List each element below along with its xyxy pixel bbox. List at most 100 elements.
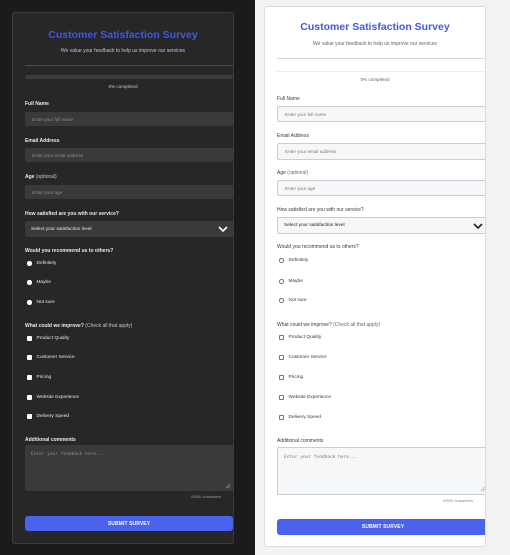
recommend-option-label: Maybe: [36, 280, 51, 285]
improve-option[interactable]: Delivery Speed: [279, 415, 321, 420]
improve-label: What could we improve? (Check all that a…: [277, 322, 380, 328]
improve-label: What could we improve? (Check all that a…: [25, 323, 132, 329]
improve-option-label: Product Quality: [288, 335, 322, 340]
recommend-option-label: Maybe: [288, 279, 303, 284]
comments-placeholder: Enter your feedback here...: [31, 452, 105, 457]
improve-option[interactable]: Product Quality: [27, 336, 69, 341]
checkbox[interactable]: [279, 335, 284, 340]
resize-grip-icon[interactable]: [480, 486, 486, 492]
improve-option[interactable]: Delivery Speed: [27, 414, 69, 419]
progress-bar: [277, 71, 485, 72]
recommend-label: Would you recommend us to others?: [277, 244, 359, 250]
checkbox[interactable]: [279, 355, 284, 360]
character-counter: 0/500 characters: [443, 498, 473, 503]
submit-survey-button[interactable]: SUBMIT SURVEY: [25, 516, 233, 531]
recommend-option-label: Not sure: [288, 298, 307, 303]
radio-button[interactable]: [27, 280, 32, 285]
checkbox[interactable]: [279, 375, 284, 380]
satisfaction-label: How satisfied are you with our service?: [277, 207, 364, 213]
improve-option-label: Pricing: [288, 375, 304, 380]
age-input[interactable]: Enter your age: [277, 180, 485, 196]
checkbox[interactable]: [27, 336, 32, 341]
radio-button[interactable]: [279, 258, 284, 263]
improve-option-label: Pricing: [36, 375, 52, 380]
improve-option[interactable]: Customer Service: [279, 355, 327, 360]
satisfaction-selected-text: Select your satisfaction level: [31, 226, 92, 232]
age-optional-text: (optional): [287, 170, 309, 176]
comments-label: Additional comments: [25, 437, 76, 443]
recommend-option[interactable]: Definitely: [27, 261, 56, 266]
progress-bar: [25, 75, 233, 79]
radio-button[interactable]: [27, 261, 32, 266]
improve-label-text: What could we improve?: [25, 323, 84, 329]
age-label: Age (optional): [25, 174, 57, 180]
satisfaction-select[interactable]: Select your satisfaction level: [25, 221, 233, 237]
improve-option-label: Customer Service: [36, 355, 75, 360]
improve-option[interactable]: Website Experience: [27, 395, 79, 400]
improve-option[interactable]: Customer Service: [27, 355, 75, 360]
age-optional-text: (optional): [35, 174, 57, 180]
radio-button[interactable]: [279, 279, 284, 284]
age-label-text: Age: [25, 174, 35, 180]
submit-survey-button[interactable]: SUBMIT SURVEY: [277, 519, 485, 535]
improve-option[interactable]: Pricing: [27, 375, 51, 380]
comments-textarea[interactable]: Enter your feedback here...: [277, 447, 486, 495]
comments-label: Additional comments: [277, 438, 324, 444]
recommend-option-label: Definitely: [288, 258, 309, 263]
improve-option[interactable]: Product Quality: [279, 335, 321, 340]
full-name-input[interactable]: Enter your full name: [25, 112, 233, 126]
survey-subtitle: We value your feedback to help us improv…: [60, 48, 186, 54]
character-counter: 0/500 characters: [191, 494, 221, 499]
recommend-option[interactable]: Maybe: [27, 280, 51, 285]
satisfaction-select[interactable]: Select your satisfaction level: [277, 217, 485, 234]
recommend-option-label: Not sure: [36, 300, 55, 305]
resize-grip-icon[interactable]: [225, 483, 231, 489]
age-label-text: Age: [277, 170, 286, 176]
header-divider: [277, 58, 485, 59]
recommend-option[interactable]: Not sure: [27, 300, 55, 305]
checkbox[interactable]: [27, 375, 32, 380]
survey-title: Customer Satisfaction Survey: [48, 29, 198, 41]
email-input[interactable]: Enter your email address: [25, 148, 233, 162]
progress-text: 0% completed: [360, 77, 390, 82]
survey-form-light: Customer Satisfaction Survey We value yo…: [264, 6, 486, 547]
progress-text: 0% completed: [108, 84, 138, 89]
improve-option[interactable]: Website Experience: [279, 395, 331, 400]
survey-subtitle: We value your feedback to help us improv…: [312, 41, 438, 47]
checkbox[interactable]: [27, 395, 32, 400]
improve-option-label: Website Experience: [288, 395, 332, 400]
checkbox[interactable]: [279, 415, 284, 420]
recommend-option[interactable]: Definitely: [279, 258, 308, 263]
improve-option-label: Delivery Speed: [36, 414, 70, 419]
email-label: Email Address: [25, 138, 60, 144]
improve-option-label: Delivery Speed: [288, 415, 322, 420]
chevron-down-icon: [473, 222, 483, 229]
full-name-label: Full Name: [277, 96, 300, 102]
radio-button[interactable]: [279, 298, 284, 303]
improve-option[interactable]: Pricing: [279, 375, 303, 380]
header-divider: [25, 65, 233, 66]
email-input[interactable]: Enter your email address: [277, 143, 485, 160]
radio-button[interactable]: [27, 300, 32, 305]
comments-textarea[interactable]: Enter your feedback here...: [25, 445, 233, 491]
checkbox[interactable]: [279, 395, 284, 400]
improve-option-label: Website Experience: [36, 395, 80, 400]
recommend-option[interactable]: Maybe: [279, 279, 303, 284]
satisfaction-selected-text: Select your satisfaction level: [284, 223, 345, 228]
age-label: Age (optional): [277, 170, 308, 176]
recommend-option[interactable]: Not sure: [279, 298, 307, 303]
full-name-input[interactable]: Enter your full name: [277, 106, 485, 122]
age-input[interactable]: Enter your age: [25, 185, 233, 199]
checkbox[interactable]: [27, 355, 32, 360]
comments-placeholder: Enter your feedback here...: [284, 455, 358, 460]
survey-title: Customer Satisfaction Survey: [300, 21, 450, 33]
improve-label-text: What could we improve?: [277, 322, 332, 328]
checkbox[interactable]: [27, 414, 32, 419]
improve-hint-text: (Check all that apply): [333, 322, 381, 328]
improve-option-label: Customer Service: [288, 355, 327, 360]
full-name-label: Full Name: [25, 101, 49, 107]
improve-hint-text: (Check all that apply): [85, 323, 133, 329]
recommend-label: Would you recommend us to others?: [25, 248, 114, 254]
improve-option-label: Product Quality: [36, 336, 70, 341]
email-label: Email Address: [277, 133, 309, 139]
